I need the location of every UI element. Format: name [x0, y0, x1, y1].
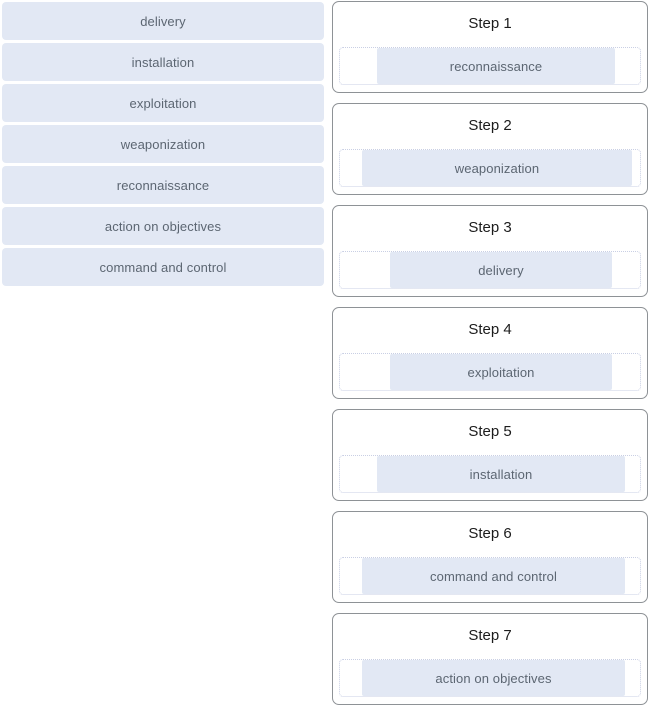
dropped-answer[interactable]: weaponization — [362, 150, 632, 186]
dropped-answer[interactable]: installation — [377, 456, 625, 492]
step-title: Step 6 — [468, 525, 512, 542]
dropped-answer-label: exploitation — [467, 364, 535, 380]
step-dropzone[interactable]: action on objectives — [339, 659, 641, 697]
steps-column: Step 1 reconnaissance Step 2 weaponizati… — [332, 1, 648, 705]
dropped-answer[interactable]: command and control — [362, 558, 625, 594]
source-item[interactable]: exploitation — [2, 84, 324, 122]
step-card: Step 7 action on objectives — [332, 613, 648, 705]
step-title: Step 2 — [468, 117, 512, 134]
step-title: Step 5 — [468, 423, 512, 440]
dropped-answer-label: weaponization — [454, 160, 540, 176]
step-dropzone[interactable]: command and control — [339, 557, 641, 595]
step-title: Step 4 — [468, 321, 512, 338]
source-item[interactable]: installation — [2, 43, 324, 81]
drag-and-drop-board: delivery installation exploitation weapo… — [0, 0, 651, 719]
source-item-label: command and control — [99, 259, 227, 275]
source-item-label: reconnaissance — [116, 177, 210, 193]
dropped-answer[interactable]: delivery — [390, 252, 612, 288]
dropped-answer[interactable]: action on objectives — [362, 660, 625, 696]
dropped-answer-label: delivery — [478, 262, 524, 278]
source-item[interactable]: command and control — [2, 248, 324, 286]
dropped-answer[interactable]: exploitation — [390, 354, 612, 390]
dropped-answer-label: reconnaissance — [449, 58, 543, 74]
step-dropzone[interactable]: reconnaissance — [339, 47, 641, 85]
source-item[interactable]: action on objectives — [2, 207, 324, 245]
step-dropzone[interactable]: delivery — [339, 251, 641, 289]
step-title: Step 7 — [468, 627, 512, 644]
step-card: Step 1 reconnaissance — [332, 1, 648, 93]
dropped-answer-label: command and control — [430, 568, 557, 584]
source-item-label: weaponization — [120, 136, 206, 152]
step-card: Step 6 command and control — [332, 511, 648, 603]
step-dropzone[interactable]: weaponization — [339, 149, 641, 187]
source-item[interactable]: delivery — [2, 2, 324, 40]
source-item-label: installation — [131, 54, 195, 70]
source-item-list: delivery installation exploitation weapo… — [2, 2, 324, 286]
step-dropzone[interactable]: exploitation — [339, 353, 641, 391]
step-title: Step 3 — [468, 219, 512, 236]
step-card: Step 5 installation — [332, 409, 648, 501]
dropped-answer-label: installation — [469, 466, 533, 482]
source-item-label: delivery — [140, 13, 186, 29]
step-card: Step 3 delivery — [332, 205, 648, 297]
source-item-label: exploitation — [129, 95, 197, 111]
step-title: Step 1 — [468, 15, 512, 32]
dropped-answer[interactable]: reconnaissance — [377, 48, 615, 84]
dropped-answer-label: action on objectives — [435, 670, 552, 686]
source-item[interactable]: weaponization — [2, 125, 324, 163]
source-item-label: action on objectives — [104, 218, 222, 234]
step-card: Step 4 exploitation — [332, 307, 648, 399]
source-item[interactable]: reconnaissance — [2, 166, 324, 204]
step-dropzone[interactable]: installation — [339, 455, 641, 493]
step-card: Step 2 weaponization — [332, 103, 648, 195]
